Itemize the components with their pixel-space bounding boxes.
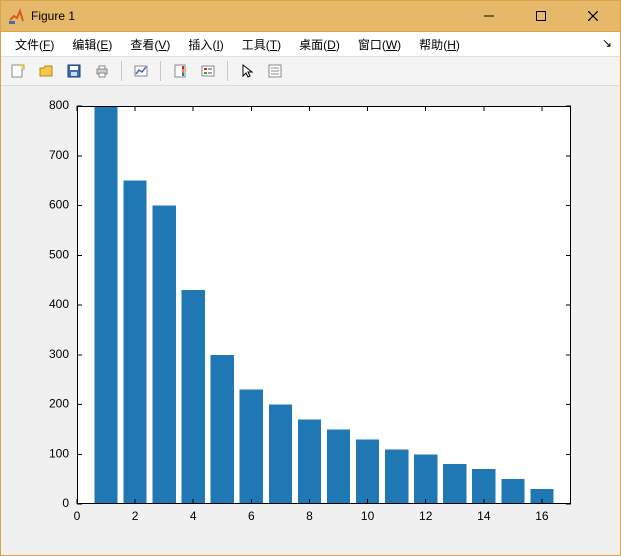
menu-edit[interactable]: 编辑(E) [64,34,120,55]
toolbar-separator [227,61,228,81]
colorbar-icon[interactable] [167,59,193,83]
y-tick-label: 700 [49,148,69,162]
toolbar-separator [121,61,122,81]
bar [269,405,292,505]
x-tick-label: 12 [419,509,433,523]
menu-help[interactable]: 帮助(H) [411,34,468,55]
bar [472,469,495,504]
bar [414,454,437,504]
figure-area[interactable]: 0 2 4 6 8 10 12 14 16 0 100 200 300 400 500 600 700 800 [1,86,620,555]
axes-box [78,107,571,504]
pointer-icon[interactable] [234,59,260,83]
menu-file[interactable]: 文件(F) [7,34,62,55]
y-tick-label: 800 [49,98,69,112]
menu-window[interactable]: 窗口(W) [350,34,409,55]
maximize-button[interactable] [518,1,564,31]
toolbar [1,57,620,86]
save-icon[interactable] [61,59,87,83]
bar [211,355,234,504]
bar [327,429,350,504]
y-tick-label: 500 [49,247,69,261]
menu-tools[interactable]: 工具(T) [234,34,289,55]
x-tick-label: 2 [132,509,139,523]
toolbar-separator [160,61,161,81]
y-tick-label: 600 [49,198,69,212]
x-tick-label: 16 [535,509,549,523]
matlab-figure-icon [9,8,25,24]
y-tick-label: 0 [62,496,69,510]
x-tick-label: 14 [477,509,491,523]
bar [153,206,176,505]
x-tick-label: 8 [306,509,313,523]
x-tick-label: 4 [190,509,197,523]
bar [94,106,117,504]
bar [298,419,321,504]
dock-controls-icon[interactable]: ↘ [602,36,612,50]
bar [356,439,379,504]
x-tick-label: 10 [361,509,375,523]
y-tick-label: 100 [49,446,69,460]
y-tick-label: 300 [49,347,69,361]
close-button[interactable] [570,1,616,31]
figure-window: Figure 1 文件(F) 编辑(E) 查看(V) 插入(I) 工具(T) 桌… [0,0,621,556]
link-plot-icon[interactable] [128,59,154,83]
y-tick-label: 200 [49,397,69,411]
minimize-button[interactable] [466,1,512,31]
x-tick-label: 6 [248,509,255,523]
new-figure-icon[interactable] [5,59,31,83]
menu-desktop[interactable]: 桌面(D) [291,34,348,55]
x-tick-label: 0 [74,509,81,523]
open-icon[interactable] [33,59,59,83]
menubar: 文件(F) 编辑(E) 查看(V) 插入(I) 工具(T) 桌面(D) 窗口(W… [1,31,620,57]
print-icon[interactable] [89,59,115,83]
bar [385,449,408,504]
bar [443,464,466,504]
bar-chart: 0 2 4 6 8 10 12 14 16 0 100 200 300 400 500 600 700 800 [1,86,620,555]
property-editor-icon[interactable] [262,59,288,83]
titlebar: Figure 1 [1,1,620,31]
bar [501,479,524,504]
menu-insert[interactable]: 插入(I) [180,34,231,55]
legend-icon[interactable] [195,59,221,83]
y-tick-label: 400 [49,297,69,311]
bar [123,181,146,504]
bar [182,290,205,504]
menu-view[interactable]: 查看(V) [122,34,178,55]
window-title: Figure 1 [31,9,75,23]
bar [240,390,263,504]
